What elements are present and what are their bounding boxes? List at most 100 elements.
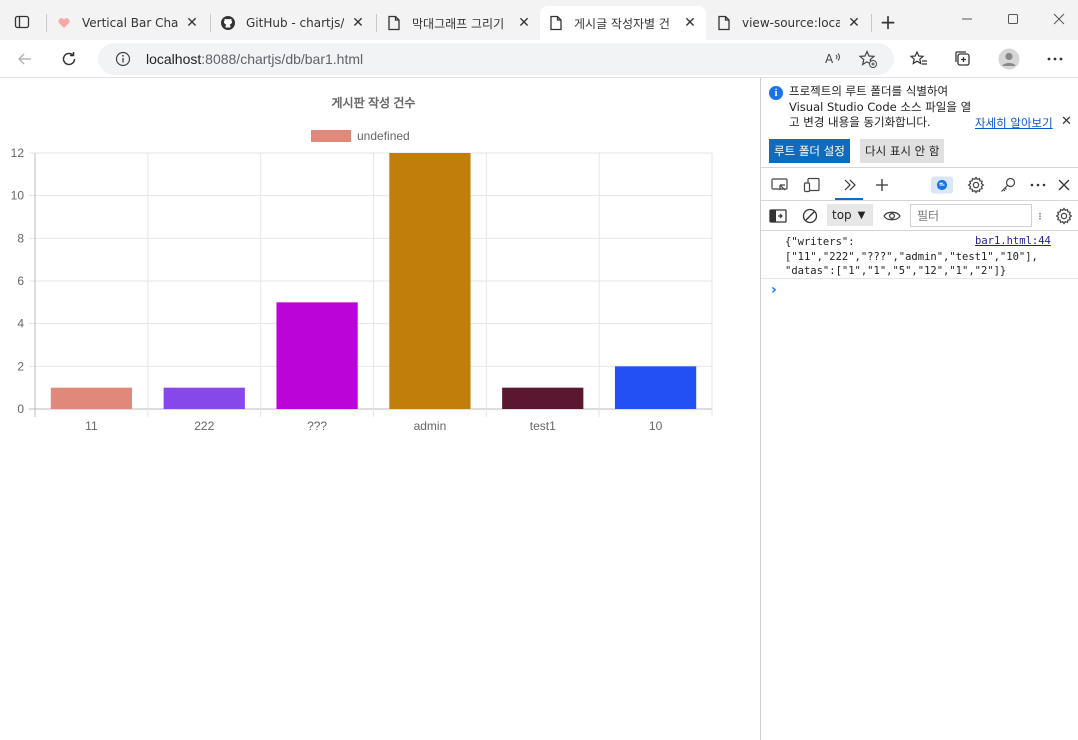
connected-devices-icon[interactable] <box>997 174 1019 196</box>
x-tick-label: 10 <box>649 419 663 433</box>
bar-??? <box>276 302 358 409</box>
close-icon[interactable]: ✕ <box>516 15 532 31</box>
console-settings-gear-icon[interactable] <box>1053 205 1075 227</box>
url-host: localhost <box>146 51 202 67</box>
minimize-icon[interactable] <box>952 8 982 30</box>
context-select[interactable]: top ▼ <box>827 204 873 226</box>
page-icon <box>716 15 732 31</box>
dont-show-again-button[interactable]: 다시 표시 안 함 <box>860 139 945 163</box>
tab-bar-graph-drawing[interactable]: 막대그래프 그리기 ✕ <box>378 6 540 40</box>
close-icon[interactable]: ✕ <box>846 15 862 31</box>
tab-title: Vertical Bar Chart | <box>82 16 178 30</box>
tab-title: view-source:localh <box>742 16 840 30</box>
favorites-icon[interactable] <box>908 48 930 70</box>
page-viewport: 게시판 작성 건수 undefined 0 2 4 6 8 10 12 11 222??? admin… <box>0 78 760 740</box>
info-icon: i <box>769 86 783 100</box>
y-tick-label: 8 <box>17 231 24 245</box>
tab-separator <box>210 14 211 32</box>
devtools-notice: i 프로젝트의 루트 폴더를 식별하여 Visual Studio Code 소… <box>761 78 1078 166</box>
y-tick-label: 6 <box>17 274 24 288</box>
window-close-icon[interactable] <box>1044 8 1074 30</box>
close-icon[interactable]: ✕ <box>682 15 698 31</box>
x-tick-label: test1 <box>530 419 556 433</box>
y-tick-label: 10 <box>11 189 25 203</box>
github-icon <box>220 15 236 31</box>
bar-11 <box>50 387 133 409</box>
console-log-entry: {"writers": ["11","222","???","admin","t… <box>761 231 1078 279</box>
maximize-icon[interactable] <box>998 8 1028 30</box>
new-tab-plus-icon[interactable]: + <box>876 10 900 34</box>
url-path: :8088/chartjs/db/bar1.html <box>201 51 364 67</box>
x-tick-label: 11 <box>85 419 98 433</box>
chart-title: 게시판 작성 건수 <box>332 95 416 110</box>
clear-console-icon[interactable] <box>799 205 821 227</box>
tab-view-source[interactable]: view-source:localh ✕ <box>708 6 870 40</box>
y-tick-label: 4 <box>17 317 24 331</box>
tab-title: GitHub - chartjs/C <box>246 16 344 30</box>
tab-github[interactable]: GitHub - chartjs/C ✕ <box>212 6 374 40</box>
notice-message: 프로젝트의 루트 폴더를 식별하여 Visual Studio Code 소스 … <box>789 84 972 129</box>
close-icon[interactable]: ✕ <box>184 15 200 31</box>
address-toolbar: localhost:8088/chartjs/db/bar1.html A <box>0 40 1078 78</box>
devtools-more-icon[interactable] <box>1027 174 1049 196</box>
page-icon <box>548 15 564 31</box>
refresh-icon[interactable] <box>56 46 82 72</box>
close-notice-icon[interactable]: ✕ <box>1061 114 1072 129</box>
legend-swatch <box>311 130 351 142</box>
site-info-icon[interactable] <box>114 50 132 68</box>
console-log-source-link[interactable]: bar1.html:44 <box>975 235 1051 247</box>
devtools-panel: i 프로젝트의 루트 폴더를 식별하여 Visual Studio Code 소… <box>760 78 1078 740</box>
x-tick-label: ??? <box>307 419 327 433</box>
svg-text:A: A <box>825 52 834 66</box>
more-options-icon[interactable] <box>1044 48 1066 70</box>
url-text: localhost:8088/chartjs/db/bar1.html <box>146 51 363 67</box>
add-favorite-icon[interactable] <box>858 49 878 69</box>
close-icon[interactable]: ✕ <box>350 15 366 31</box>
back-arrow-icon[interactable] <box>12 46 38 72</box>
x-tick-label: 222 <box>194 419 214 433</box>
tab-vertical-bar-chart[interactable]: Vertical Bar Chart | ✕ <box>48 6 208 40</box>
bar-10 <box>614 366 697 409</box>
tab-title: 게시글 작성자별 건 <box>574 16 670 31</box>
y-tick-label: 0 <box>17 402 24 416</box>
y-tick-label: 12 <box>11 146 25 160</box>
legend-label: undefined <box>357 129 410 143</box>
tab-post-count-by-writer[interactable]: 게시글 작성자별 건 ✕ <box>540 6 706 40</box>
live-expression-eye-icon[interactable] <box>881 205 903 227</box>
console-sidebar-icon[interactable] <box>767 205 789 227</box>
console-toolbar: top ▼ 필터 ⁝ <box>761 201 1078 231</box>
tab-actions-menu-icon[interactable] <box>8 8 36 36</box>
active-tab-indicator <box>835 198 863 200</box>
more-tabs-chevron-icon[interactable] <box>839 174 861 196</box>
learn-more-link[interactable]: 자세히 알아보기 <box>975 115 1053 131</box>
chartjs-logo-icon <box>56 15 72 31</box>
read-aloud-icon[interactable]: A <box>824 49 844 69</box>
inspect-element-icon[interactable] <box>769 174 791 196</box>
collections-icon[interactable] <box>952 48 974 70</box>
tab-title: 막대그래프 그리기 <box>412 16 505 31</box>
tab-separator <box>871 14 872 32</box>
bar-test1 <box>502 387 584 409</box>
filter-divider: ⁝ <box>1038 209 1042 223</box>
set-root-folder-button[interactable]: 루트 폴더 설정 <box>769 139 850 163</box>
context-value: top <box>832 208 852 222</box>
close-devtools-icon[interactable] <box>1053 174 1075 196</box>
console-prompt-icon[interactable]: › <box>771 282 777 298</box>
bar-222 <box>163 387 245 409</box>
address-bar[interactable]: localhost:8088/chartjs/db/bar1.html A <box>98 43 894 75</box>
settings-gear-icon[interactable] <box>965 174 987 196</box>
issues-badge-icon[interactable] <box>931 174 953 196</box>
x-tick-label: admin <box>414 419 447 433</box>
tab-separator <box>46 14 47 32</box>
page-icon <box>386 15 402 31</box>
tab-separator <box>376 14 377 32</box>
device-emulation-icon[interactable] <box>801 174 823 196</box>
y-tick-label: 2 <box>17 359 24 373</box>
tab-strip: Vertical Bar Chart | ✕ GitHub - chartjs/… <box>0 0 1078 40</box>
profile-avatar-icon[interactable] <box>998 48 1020 70</box>
console-filter-input[interactable]: 필터 <box>910 204 1032 227</box>
devtools-toolbar <box>761 167 1078 201</box>
bar-chart: 게시판 작성 건수 undefined 0 2 4 6 8 10 12 11 222??? admin… <box>11 95 713 433</box>
bar-admin <box>389 153 471 409</box>
add-tool-plus-icon[interactable] <box>871 174 893 196</box>
